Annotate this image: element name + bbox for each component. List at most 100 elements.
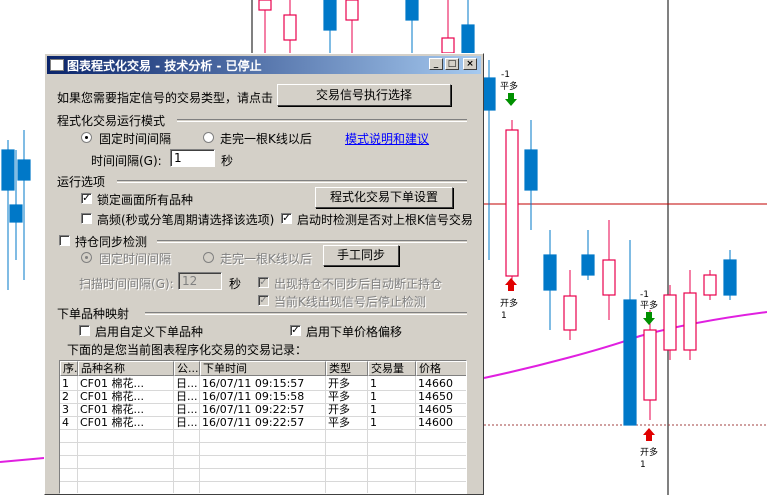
scan-interval-input[interactable]: 12 [178, 272, 222, 290]
lock-chart-checkbox[interactable]: ✓ [81, 193, 92, 204]
signal-selection-button[interactable]: 交易信号执行选择 [277, 84, 451, 106]
interval-input[interactable]: 1 [170, 149, 215, 167]
window-title: 图表程式化交易 - 技术分析 - 已停止 [67, 59, 262, 73]
position-sync-label: 持仓同步检测 [75, 235, 148, 249]
signal-label-4: 1 [501, 311, 507, 321]
table-cell: 平多 [328, 416, 350, 429]
candle-body [461, 24, 475, 54]
title-bar[interactable]: 图表程式化交易 - 技术分析 - 已停止 _ □ × [47, 56, 481, 74]
price-offset-checkbox[interactable]: ✓ [290, 325, 301, 336]
table-cell: 平多 [328, 390, 350, 403]
high-freq-checkbox[interactable] [81, 213, 92, 224]
signal-label-1: -1 [501, 70, 510, 80]
candle-body [9, 204, 23, 223]
chart-trading-dialog: 图表程式化交易 - 技术分析 - 已停止 _ □ × 如果您需要指定信号的交易类… [44, 53, 484, 495]
table-cell: 日... [176, 403, 198, 416]
table-cell: 16/07/11 09:15:58 [202, 390, 305, 403]
col-volume[interactable]: 交易量 [368, 361, 416, 376]
table-cell: CF01 棉花... [80, 403, 144, 416]
auto-sync-checkbox[interactable]: ✓ [258, 277, 269, 288]
sync-after-bar-radio[interactable] [203, 252, 214, 263]
row-gridline [60, 442, 466, 443]
signal-label-8: 1 [640, 460, 646, 470]
candle-body [703, 274, 717, 296]
candle-body [683, 292, 697, 351]
candle-body [643, 329, 657, 401]
red-up-arrow-icon [505, 278, 517, 291]
mode-help-link[interactable]: 模式说明和建议 [345, 130, 429, 147]
order-settings-button[interactable]: 程式化交易下单设置 [315, 187, 453, 208]
table-row[interactable]: 4 CF01 棉花... 日... 16/07/11 09:22:57 平多 1 14600 [60, 416, 466, 429]
options-divider [117, 180, 467, 183]
manual-sync-button[interactable]: 手工同步 [323, 245, 399, 266]
sync-fixed-interval-label: 固定时间间隔 [99, 252, 172, 266]
table-cell: 开多 [328, 403, 350, 416]
mapping-divider [145, 312, 467, 315]
table-cell: 2 [62, 390, 69, 403]
signal-label-3: 开多 [500, 297, 518, 309]
red-up-arrow-icon-2 [643, 428, 655, 441]
col-order-time[interactable]: 下单时间 [200, 361, 326, 376]
table-cell: 16/07/11 09:22:57 [202, 416, 305, 429]
signal-label-6: 平多 [640, 299, 658, 311]
candle-body [623, 299, 637, 426]
table-cell: CF01 棉花... [80, 377, 144, 390]
table-cell: 14650 [418, 390, 453, 403]
app-icon [50, 59, 64, 71]
candle-body [405, 0, 419, 21]
mapping-group-label: 下单品种映射 [57, 307, 130, 321]
candle-body [345, 0, 359, 21]
signal-label-7: 开多 [640, 446, 658, 458]
close-button[interactable]: × [463, 58, 477, 70]
minimize-button[interactable]: _ [429, 58, 443, 70]
fixed-interval-radio[interactable] [81, 132, 92, 143]
table-row[interactable]: 1 CF01 棉花... 日... 16/07/11 09:15:57 开多 1 14660 [60, 377, 466, 390]
scan-interval-label: 扫描时间间隔(G): [79, 277, 174, 291]
interval-unit: 秒 [221, 154, 234, 168]
stop-check-checkbox[interactable]: ✓ [258, 295, 269, 306]
table-cell: 1 [62, 377, 69, 390]
maximize-button[interactable]: □ [445, 58, 459, 70]
col-type[interactable]: 类型 [326, 361, 368, 376]
table-cell: 14660 [418, 377, 453, 390]
trade-records-table[interactable]: 序. 品种名称 公... 下单时间 类型 交易量 价格 1 CF01 棉花... 日… [59, 360, 467, 494]
candle-body [581, 254, 595, 276]
table-cell: 日... [176, 390, 198, 403]
custom-symbol-checkbox[interactable] [79, 325, 90, 336]
candle-body [323, 0, 337, 31]
col-seq[interactable]: 序. [60, 361, 78, 376]
candle-body [505, 129, 519, 277]
table-row[interactable]: 3 CF01 棉花... 日... 16/07/11 09:22:57 开多 1 14605 [60, 403, 466, 416]
records-caption: 下面的是您当前图表程序化交易的交易记录： [67, 343, 308, 357]
auto-sync-label: 出现持仓不同步后自动断正持仓 [274, 277, 443, 291]
candle-body [258, 0, 272, 11]
run-mode-divider [177, 119, 467, 122]
table-cell: 开多 [328, 377, 350, 390]
price-offset-label: 启用下单价格偏移 [306, 325, 403, 339]
candle-body [1, 149, 15, 191]
candle-body [441, 37, 455, 54]
sync-fixed-interval-radio[interactable] [81, 252, 92, 263]
high-freq-label: 高频(秒或分笔周期请选择该选项) [97, 213, 275, 227]
table-cell: 14605 [418, 403, 453, 416]
col-price[interactable]: 价格 [416, 361, 466, 376]
stop-check-label: 当前K线出现信号后停止检测 [274, 295, 426, 309]
scan-interval-unit: 秒 [229, 277, 242, 291]
table-row[interactable]: 2 CF01 棉花... 日... 16/07/11 09:15:58 平多 1 14650 [60, 390, 466, 403]
after-bar-radio[interactable] [203, 132, 214, 143]
check-on-start-checkbox[interactable]: ✓ [281, 213, 292, 224]
position-sync-checkbox[interactable] [59, 235, 70, 246]
interval-label: 时间间隔(G): [91, 154, 162, 168]
col-symbol[interactable]: 品种名称 [78, 361, 174, 376]
col-company[interactable]: 公... [174, 361, 200, 376]
table-cell: 3 [62, 403, 69, 416]
fixed-interval-label: 固定时间间隔 [99, 132, 172, 146]
lock-chart-label: 锁定画面所有品种 [97, 193, 194, 207]
candle-body [663, 294, 677, 351]
candle-body [602, 259, 616, 296]
table-cell: 16/07/11 09:22:57 [202, 403, 305, 416]
signal-label-5: -1 [640, 290, 649, 300]
row-gridline [60, 455, 466, 456]
table-cell: 1 [370, 416, 377, 429]
candle-body [482, 77, 496, 111]
